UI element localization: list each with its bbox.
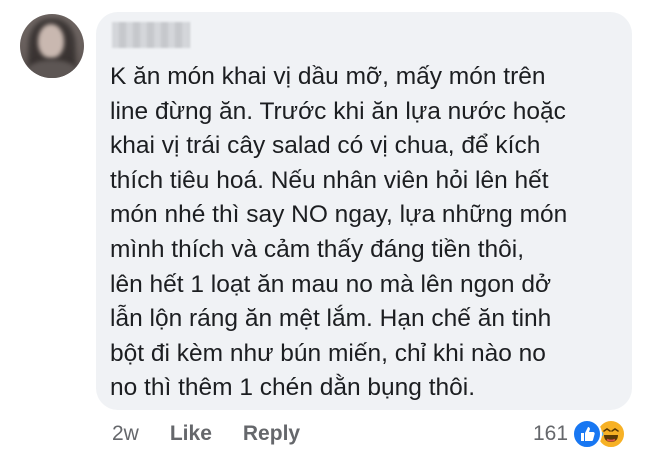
author-name-redacted[interactable]: [112, 22, 190, 48]
avatar-body: [26, 60, 78, 78]
comment-bubble: K ăn món khai vị dầu mỡ, mấy món trên li…: [96, 12, 632, 410]
comment-actions: 2w Like Reply: [112, 420, 300, 448]
reaction-count: 161: [533, 422, 569, 445]
avatar-face-blurred: [38, 24, 64, 58]
reactions-summary[interactable]: 161: [533, 419, 627, 449]
like-button[interactable]: Like: [170, 422, 212, 446]
comment-timestamp[interactable]: 2w: [112, 422, 139, 446]
thumbs-up-icon: [581, 427, 595, 441]
reply-button[interactable]: Reply: [243, 422, 300, 446]
comment-text: K ăn món khai vị dầu mỡ, mấy món trên li…: [110, 63, 568, 402]
like-icon: [572, 419, 603, 449]
avatar[interactable]: [20, 14, 84, 78]
